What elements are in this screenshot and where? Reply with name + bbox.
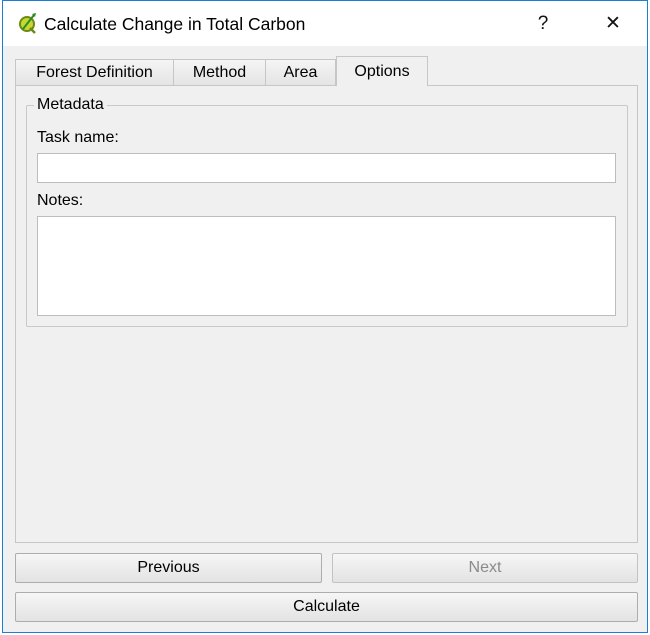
close-button[interactable]: ✕ bbox=[593, 9, 633, 39]
notes-label: Notes: bbox=[37, 192, 84, 209]
previous-button[interactable]: Previous bbox=[15, 553, 322, 583]
notes-textarea[interactable] bbox=[37, 216, 616, 316]
qgis-icon bbox=[19, 13, 36, 34]
calculate-button[interactable]: Calculate bbox=[15, 592, 638, 622]
title-bar: Calculate Change in Total Carbon ? ✕ bbox=[3, 1, 647, 46]
window-title: Calculate Change in Total Carbon bbox=[44, 14, 306, 34]
tab-method[interactable]: Method bbox=[173, 59, 266, 85]
help-button[interactable]: ? bbox=[523, 9, 563, 39]
task-name-input[interactable] bbox=[37, 153, 616, 183]
tab-options[interactable]: Options bbox=[336, 56, 428, 86]
task-name-label: Task name: bbox=[37, 129, 119, 146]
metadata-group-title: Metadata bbox=[34, 96, 107, 114]
dialog-window: Calculate Change in Total Carbon ? ✕ For… bbox=[2, 0, 648, 633]
next-button[interactable]: Next bbox=[332, 553, 638, 583]
tab-forest-definition[interactable]: Forest Definition bbox=[15, 59, 174, 85]
tab-area[interactable]: Area bbox=[265, 59, 336, 85]
